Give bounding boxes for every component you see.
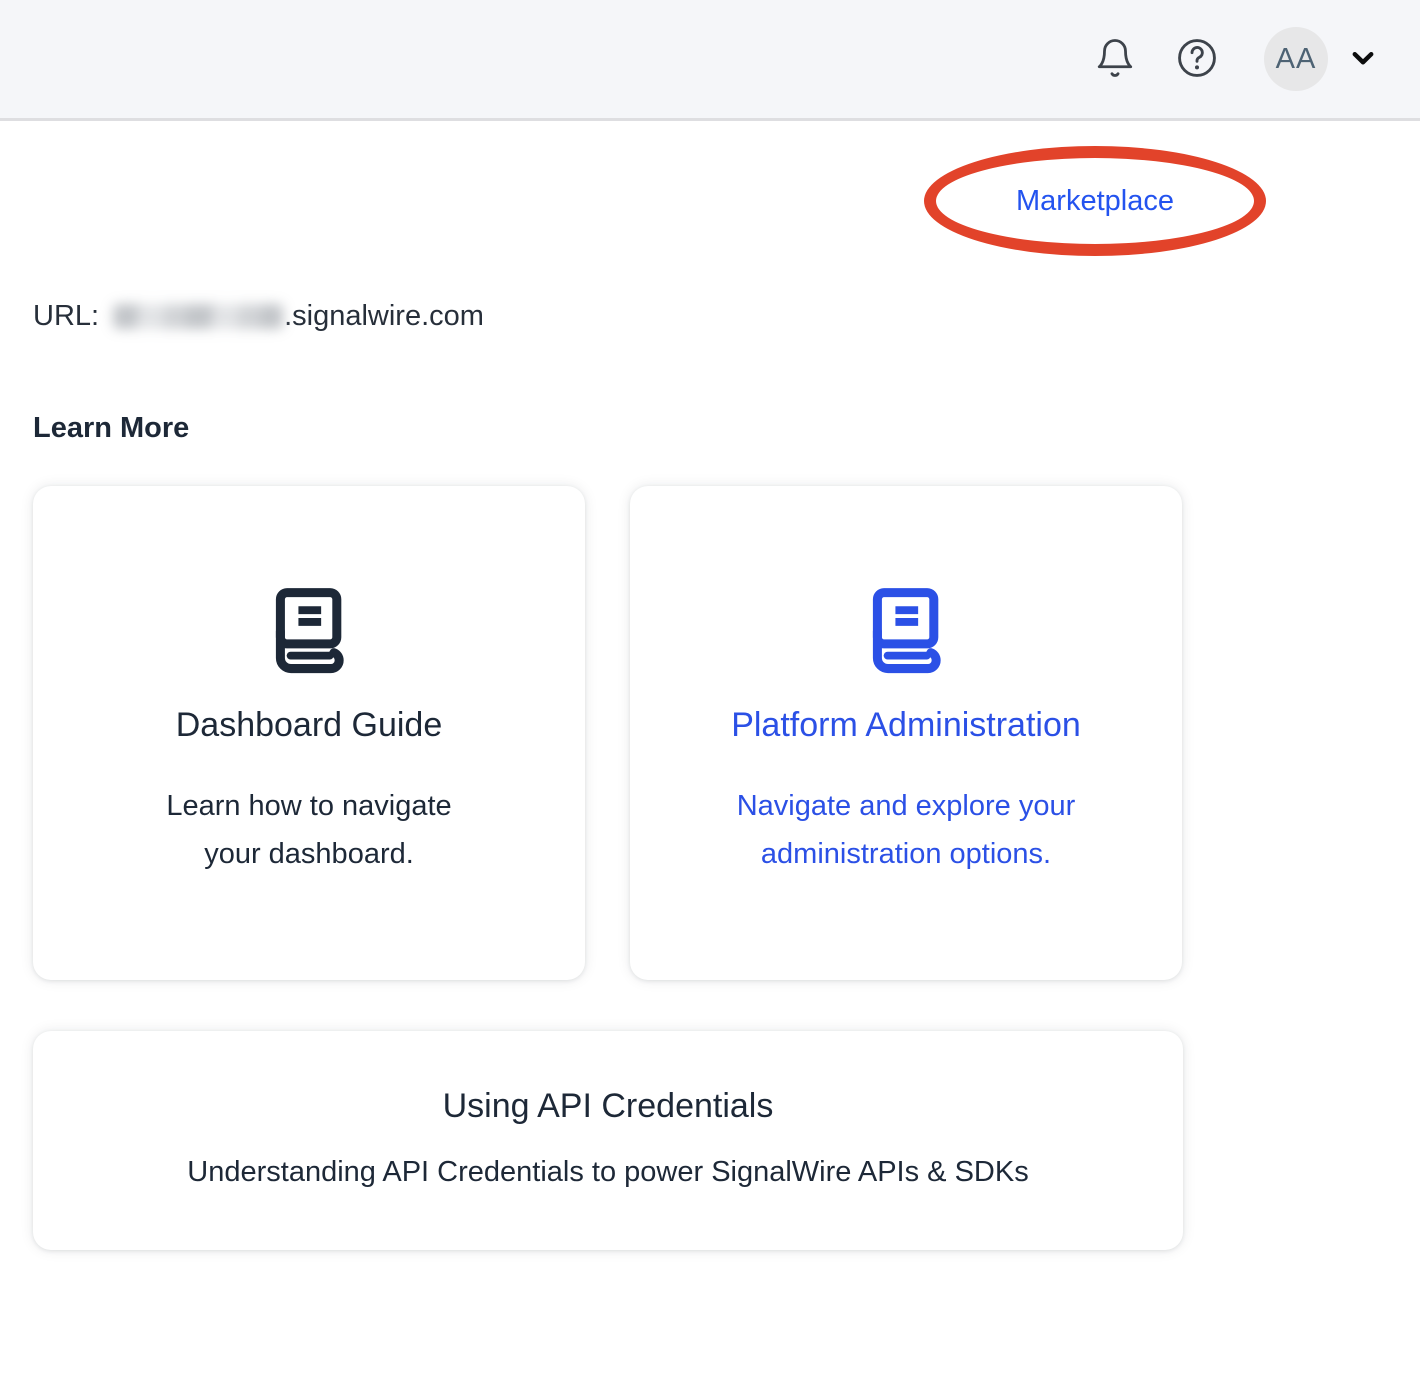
url-suffix: .signalwire.com bbox=[284, 300, 484, 333]
card-description: Learn how to navigate your dashboard. bbox=[142, 782, 477, 878]
learn-more-cards: Dashboard Guide Learn how to navigate yo… bbox=[33, 486, 1182, 980]
card-description: Navigate and explore your administration… bbox=[704, 782, 1109, 878]
chevron-down-icon bbox=[1346, 41, 1380, 78]
card-dashboard-guide[interactable]: Dashboard Guide Learn how to navigate yo… bbox=[33, 486, 585, 980]
top-header: AA bbox=[0, 0, 1420, 121]
card-description: Understanding API Credentials to power S… bbox=[187, 1156, 1028, 1189]
help-button[interactable] bbox=[1174, 35, 1220, 84]
card-using-api-credentials[interactable]: Using API Credentials Understanding API … bbox=[33, 1031, 1183, 1250]
card-platform-administration[interactable]: Platform Administration Navigate and exp… bbox=[630, 486, 1182, 980]
card-title: Dashboard Guide bbox=[176, 706, 443, 745]
bell-icon bbox=[1094, 37, 1136, 82]
book-icon bbox=[262, 582, 356, 676]
marketplace-link[interactable]: Marketplace bbox=[1016, 185, 1174, 218]
avatar: AA bbox=[1264, 27, 1328, 91]
card-title: Using API Credentials bbox=[443, 1087, 774, 1126]
card-title: Platform Administration bbox=[731, 706, 1081, 745]
learn-more-heading: Learn More bbox=[33, 412, 189, 445]
account-menu-button[interactable]: AA bbox=[1264, 27, 1380, 91]
redacted-subdomain bbox=[113, 304, 283, 329]
question-circle-icon bbox=[1174, 35, 1220, 84]
url-row: URL: .signalwire.com bbox=[33, 300, 484, 333]
url-label: URL: bbox=[33, 300, 99, 333]
annotation-ellipse: Marketplace bbox=[924, 146, 1266, 256]
book-icon bbox=[859, 582, 953, 676]
notifications-button[interactable] bbox=[1094, 37, 1136, 82]
